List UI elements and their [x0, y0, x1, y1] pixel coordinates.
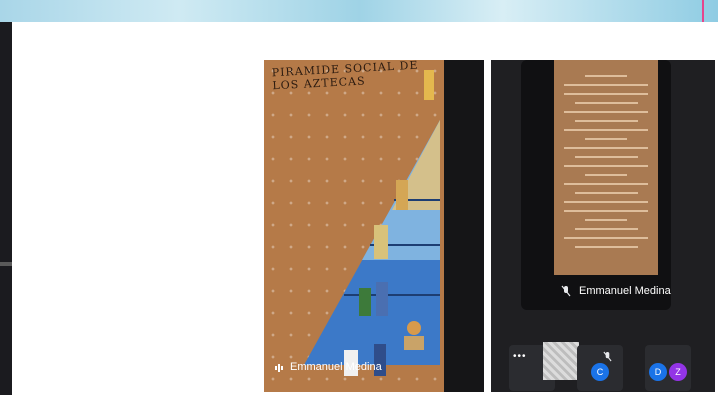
more-options-icon[interactable]: ••• [513, 351, 527, 362]
participant-thumbnail[interactable]: C [577, 345, 623, 391]
avatar: Z [669, 363, 687, 381]
avatar: D [649, 363, 667, 381]
mic-off-icon [603, 351, 612, 362]
shared-artwork: PIRAMIDE SOCIAL DE LOS AZTECAS [264, 60, 444, 392]
banner-accent-line [702, 0, 704, 22]
left-video-strip [0, 22, 12, 395]
participant-name: Emmanuel Medina [579, 285, 671, 297]
presenter-video: Emmanuel Medina [521, 60, 671, 310]
participant-name: Emmanuel Medina [290, 361, 382, 373]
participant-thumbnail[interactable]: D Z [645, 345, 691, 391]
strip-divider [0, 262, 12, 266]
participant-tile[interactable]: PIRAMIDE SOCIAL DE LOS AZTECAS Emmanuel … [264, 60, 484, 392]
mic-off-icon [561, 285, 571, 297]
pyramid-illustration [304, 70, 440, 376]
shared-document [554, 60, 658, 275]
participant-tile[interactable]: Emmanuel Medina ••• C D Z [491, 60, 715, 392]
blurred-participant-video [543, 342, 579, 380]
header-banner [0, 0, 718, 22]
audio-indicator-icon [275, 364, 283, 372]
avatar: C [591, 363, 609, 381]
